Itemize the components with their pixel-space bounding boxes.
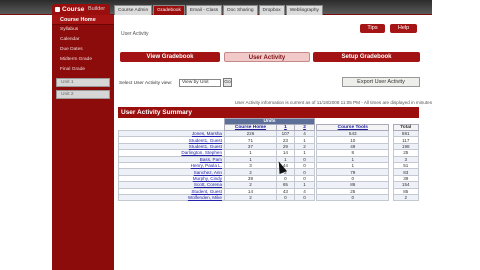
left-margin bbox=[0, 15, 52, 270]
view-select[interactable]: View by Unit bbox=[179, 79, 221, 87]
tab-gradebook[interactable]: Gradebook bbox=[153, 5, 185, 15]
view-select-label: Select User Activity view: bbox=[119, 81, 173, 86]
tips-button[interactable]: Tips bbox=[360, 24, 385, 33]
cell-course-home: 2 bbox=[224, 193, 277, 202]
main-content: User Activity Tips Help View Gradebook U… bbox=[114, 15, 432, 270]
student-name-link[interactable]: Wolfenden, Mike bbox=[118, 193, 225, 202]
user-activity-button[interactable]: User Activity bbox=[224, 52, 310, 62]
user-activity-table: Units Course Home 1 2 Course Tools Total… bbox=[118, 118, 420, 202]
right-margin bbox=[432, 0, 480, 270]
setup-gradebook-button[interactable]: Setup Gradebook bbox=[313, 52, 420, 62]
cell-total: 2 bbox=[392, 193, 420, 202]
course-tab-label: Course bbox=[62, 6, 85, 13]
top-bar: Course Builder Course Admin Gradebook Em… bbox=[0, 0, 480, 15]
tab-course-admin[interactable]: Course Admin bbox=[114, 5, 153, 15]
builder-tab[interactable]: Builder bbox=[88, 6, 105, 12]
sidebar-item-final-grade[interactable]: Final Grade bbox=[52, 65, 114, 75]
sidebar-item-syllabus[interactable]: Syllabus bbox=[52, 25, 114, 35]
breadcrumb: User Activity bbox=[121, 31, 149, 37]
sidebar: Course Home Syllabus Calendar Due Dates … bbox=[52, 15, 114, 270]
sidebar-item-midterm-grade[interactable]: Midterm Grade bbox=[52, 55, 114, 65]
tab-webliography[interactable]: Webliography bbox=[285, 5, 323, 15]
sidebar-unit-1[interactable]: Unit 1 bbox=[56, 78, 110, 87]
view-gradebook-button[interactable]: View Gradebook bbox=[120, 52, 220, 62]
table-row: Wolfenden, Mike 2 0 0 0 2 bbox=[118, 193, 420, 202]
tab-doc-sharing[interactable]: Doc Sharing bbox=[223, 5, 258, 15]
go-button[interactable]: Go bbox=[223, 78, 232, 87]
export-user-activity-button[interactable]: Export User Activity bbox=[342, 77, 420, 87]
help-button[interactable]: Help bbox=[390, 24, 417, 33]
tab-dropbox[interactable]: Dropbox bbox=[258, 5, 285, 15]
tab-email[interactable]: Email - Class bbox=[185, 5, 223, 15]
summary-header: User Activity Summary bbox=[118, 107, 419, 118]
cell-course-tools: 0 bbox=[316, 193, 390, 202]
sidebar-unit-2[interactable]: Unit 2 bbox=[56, 90, 110, 99]
cell-unit-2: 0 bbox=[293, 193, 316, 202]
cell-unit-1: 0 bbox=[275, 193, 295, 202]
sidebar-item-course-home[interactable]: Course Home bbox=[52, 15, 114, 25]
info-text: User Activity information is current as … bbox=[234, 100, 432, 105]
sidebar-item-due-dates[interactable]: Due Dates bbox=[52, 45, 114, 55]
tool-tabs: Course Admin Gradebook Email - Class Doc… bbox=[114, 5, 324, 15]
course-icon bbox=[55, 7, 60, 12]
sidebar-item-calendar[interactable]: Calendar bbox=[52, 35, 114, 45]
